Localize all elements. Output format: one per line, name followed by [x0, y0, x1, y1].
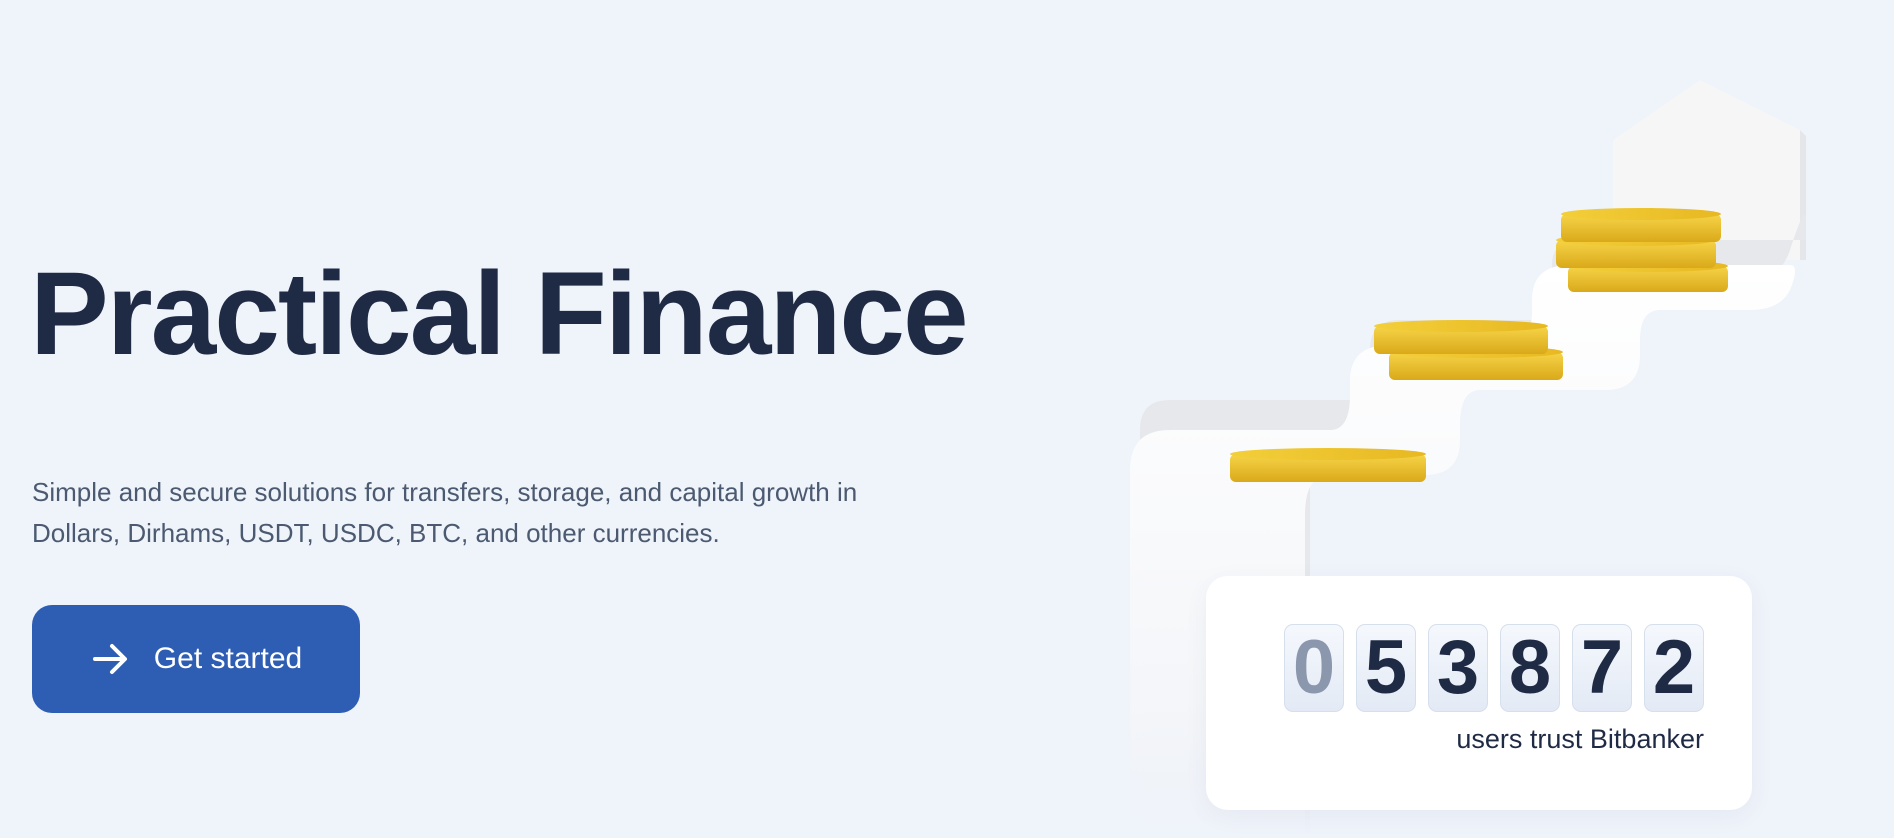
coin-stack-medium: [1374, 320, 1563, 380]
get-started-label: Get started: [153, 642, 303, 675]
counter-digit: 5: [1356, 624, 1416, 712]
landing-page: Practical Finance Simple and secure solu…: [0, 0, 1894, 838]
counter-digit: 0: [1284, 624, 1344, 712]
hero-title: Practical Finance: [30, 248, 969, 380]
counter-digit: 3: [1428, 624, 1488, 712]
counter-digit: 7: [1572, 624, 1632, 712]
users-counter-digits: 0 5 3 8 7 2: [1284, 624, 1704, 712]
arrow-right-icon: [90, 639, 130, 679]
users-counter-label: users trust Bitbanker: [1456, 724, 1704, 754]
counter-digit: 2: [1644, 624, 1704, 712]
coin-stack-large: [1556, 208, 1728, 292]
counter-digit: 8: [1500, 624, 1560, 712]
users-counter-card: 0 5 3 8 7 2 users trust Bitbanker: [1206, 576, 1752, 810]
get-started-button[interactable]: Get started: [32, 605, 360, 713]
coin-stack-small: [1230, 448, 1426, 482]
hero-subtitle: Simple and secure solutions for transfer…: [32, 477, 858, 548]
